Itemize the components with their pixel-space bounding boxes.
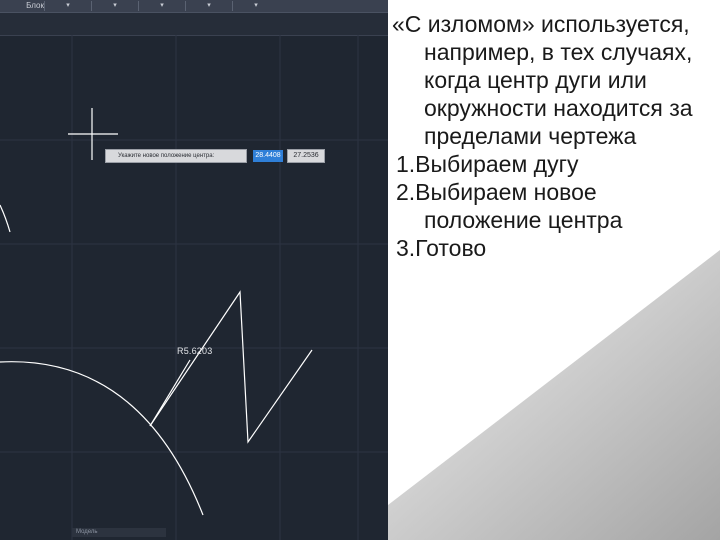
bullet-step-2: 2.Выбираем новое положение центра: [396, 179, 623, 233]
model-tab[interactable]: Модель: [72, 528, 166, 537]
cad-viewport[interactable]: Блок ▾ ▾ ▾ ▾ ▾ Укажите новое положение ц…: [0, 0, 388, 540]
dynamic-input-prompt: Укажите новое положение центра: 28.4408 …: [105, 149, 325, 163]
prompt-label: Укажите новое положение центра:: [105, 149, 247, 163]
selected-arc[interactable]: [0, 361, 204, 516]
slide-bullets: «С изломом» используется, например, в те…: [392, 10, 720, 262]
jogged-radius-dimension[interactable]: [149, 290, 313, 444]
drawing-canvas[interactable]: [0, 0, 388, 540]
bullet-step-3: 3.Готово: [396, 235, 487, 261]
coordinate-y-input[interactable]: 27.2536: [287, 149, 325, 163]
bullet-step-1: 1.Выбираем дугу: [396, 151, 579, 177]
bullet-intro: «С изломом» используется, например, в те…: [392, 11, 693, 149]
grid-lines: [0, 35, 388, 540]
coordinate-x-input[interactable]: 28.4408: [253, 150, 283, 162]
slide-text-panel: «С изломом» используется, например, в те…: [388, 0, 720, 540]
arc-left-fragment: [0, 204, 11, 233]
radius-dimension-label: R5.6203: [177, 346, 213, 356]
